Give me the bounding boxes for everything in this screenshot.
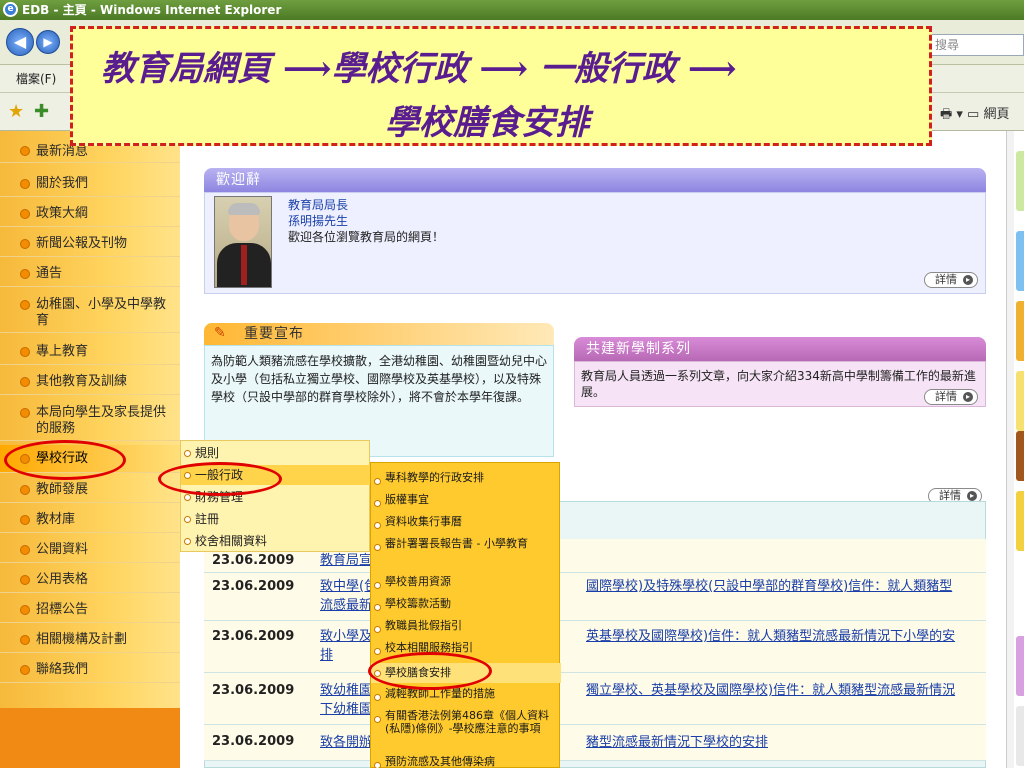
sidebar-item-tenders[interactable]: 招標公告 xyxy=(0,597,180,623)
bullet-icon xyxy=(20,515,30,525)
submenu2-item[interactable]: 減輕教師工作量的措施 xyxy=(371,687,561,705)
sidebar-item-public-info[interactable]: 公開資料 xyxy=(0,537,180,563)
welcome-message: 歡迎各位瀏覽教育局的網頁！ xyxy=(288,230,445,244)
bullet-icon xyxy=(20,575,30,585)
bullet-icon xyxy=(20,209,30,219)
submenu-school-admin: 規則 一般行政 財務管理 註冊 校舍相關資料 xyxy=(180,440,371,552)
highlight-ring-general-admin xyxy=(158,462,282,496)
favorites-star-icon[interactable]: ★ xyxy=(8,101,24,122)
director-name[interactable]: 孫明揚先生 xyxy=(288,213,348,229)
arrow-right-icon: ▸ xyxy=(967,491,977,501)
highlight-ring-school-meals xyxy=(368,652,492,690)
bullet-icon xyxy=(20,146,30,156)
bullet-icon xyxy=(20,635,30,645)
submenu2-item[interactable]: 教職員批假指引 xyxy=(371,619,561,637)
bullet-icon xyxy=(20,545,30,555)
sidebar-item-contact[interactable]: 聯絡我們 xyxy=(0,657,180,683)
submenu-item-premises[interactable]: 校舍相關資料 xyxy=(181,531,371,551)
submenu2-item[interactable]: 資料收集行事曆 xyxy=(371,515,561,533)
sidebar-item-policy[interactable]: 政策大綱 xyxy=(0,201,180,227)
table-row: 23.06.2009 致幼稚園及 下幼稚園及 獨立學校、英基學校及國際學校)信件… xyxy=(204,673,986,725)
arrow-right-icon: ▸ xyxy=(963,275,973,285)
window-titlebar: e EDB - 主頁 - Windows Internet Explorer xyxy=(0,0,1024,20)
sidebar-item-resources[interactable]: 教材庫 xyxy=(0,507,180,533)
bullet-icon xyxy=(20,665,30,675)
submenu-item-registration[interactable]: 註冊 xyxy=(181,509,371,529)
back-button[interactable]: ◀ xyxy=(6,28,34,56)
bullet-icon xyxy=(20,485,30,495)
window-title: EDB - 主頁 - Windows Internet Explorer xyxy=(22,3,282,17)
bullet-icon xyxy=(20,269,30,279)
submenu2-item[interactable]: 有關香港法例第486章《個人資料(私隱)條例》-學校應注意的事項 xyxy=(371,709,561,753)
sidebar-footer xyxy=(0,708,180,768)
sidebar-item-circulars[interactable]: 通告 xyxy=(0,261,180,287)
submenu2-item[interactable]: 學校善用資源 xyxy=(371,575,561,593)
annotation-callout: 教育局網頁 ⟶學校行政 ⟶ 一般行政 ⟶ 學校膳食安排 xyxy=(70,26,932,146)
bullet-icon xyxy=(20,239,30,249)
director-portrait xyxy=(214,196,272,288)
submenu2-item[interactable]: 版權事宜 xyxy=(371,493,561,511)
welcome-heading: 歡迎辭 xyxy=(204,168,986,192)
sidebar-item-about[interactable]: 關於我們 xyxy=(0,171,180,197)
sidebar-item-related-orgs[interactable]: 相關機構及計劃 xyxy=(0,627,180,653)
vertical-scrollbar[interactable] xyxy=(1006,131,1014,768)
callout-target: 學校膳食安排 xyxy=(385,103,589,143)
bullet-icon xyxy=(20,377,30,387)
submenu2-item[interactable]: 專科教學的行政安排 xyxy=(371,471,561,489)
bullet-icon xyxy=(20,605,30,615)
submenu2-item[interactable]: 學校籌款活動 xyxy=(371,597,561,615)
submenu-item-rules[interactable]: 規則 xyxy=(181,443,371,463)
menu-file[interactable]: 檔案(F) xyxy=(16,72,56,86)
notice-heading: 重要宣布 xyxy=(204,323,554,345)
arrow-right-icon: ▸ xyxy=(963,392,973,402)
sidebar-item-school-education[interactable]: 幼稚園、小學及中學教育 xyxy=(0,293,180,333)
table-row: 23.06.2009 致中學(包括 流感最新情 國際學校)及特殊學校(只設中學部… xyxy=(204,573,986,621)
sidebar-item-teacher-development[interactable]: 教師發展 xyxy=(0,477,180,503)
bullet-icon xyxy=(20,300,30,310)
sidebar-item-forms[interactable]: 公用表格 xyxy=(0,567,180,593)
director-title[interactable]: 教育局局長 xyxy=(288,197,348,213)
submenu2-item[interactable]: 審計署署長報告書 - 小學教育 xyxy=(371,537,561,567)
bullet-icon xyxy=(20,347,30,357)
bullet-icon xyxy=(20,408,30,418)
search-input[interactable]: 搜尋 xyxy=(928,34,1024,56)
add-favorite-icon[interactable]: ✚ xyxy=(34,101,49,122)
table-row: 23.06.2009 致各開辦補 豬型流感最新情況下學校的安排 xyxy=(204,725,986,761)
welcome-detail-button[interactable]: 詳情 ▸ xyxy=(924,272,978,288)
submenu2-item[interactable]: 預防流感及其他傳染病 xyxy=(371,755,561,768)
sidebar-item-student-services[interactable]: 本局向學生及家長提供的服務 xyxy=(0,401,180,441)
right-banner-rail xyxy=(1014,131,1024,768)
ie-icon: e xyxy=(3,2,18,17)
forward-button[interactable]: ▶ xyxy=(36,30,60,54)
callout-path: 教育局網頁 ⟶學校行政 ⟶ 一般行政 ⟶ xyxy=(101,49,737,89)
sidebar-item-post-secondary[interactable]: 專上教育 xyxy=(0,339,180,365)
series-detail-button[interactable]: 詳情 ▸ xyxy=(924,389,978,405)
highlight-ring-school-admin xyxy=(4,440,126,480)
page-menu[interactable]: 🖶 ▾ ▭ 網頁 xyxy=(940,103,1010,127)
submenu-general-admin: 專科教學的行政安排 版權事宜 資料收集行事曆 審計署署長報告書 - 小學教育 學… xyxy=(370,462,561,768)
bullet-icon xyxy=(20,179,30,189)
sidebar-item-other-education[interactable]: 其他教育及訓練 xyxy=(0,369,180,395)
pencil-icon: ✎ xyxy=(214,325,226,341)
series-heading: 共建新學制系列 xyxy=(574,337,986,361)
sidebar-item-press[interactable]: 新聞公報及刊物 xyxy=(0,231,180,257)
table-row: 23.06.2009 致小學及特 排 英基學校及國際學校)信件：就人類豬型流感最… xyxy=(204,621,986,673)
